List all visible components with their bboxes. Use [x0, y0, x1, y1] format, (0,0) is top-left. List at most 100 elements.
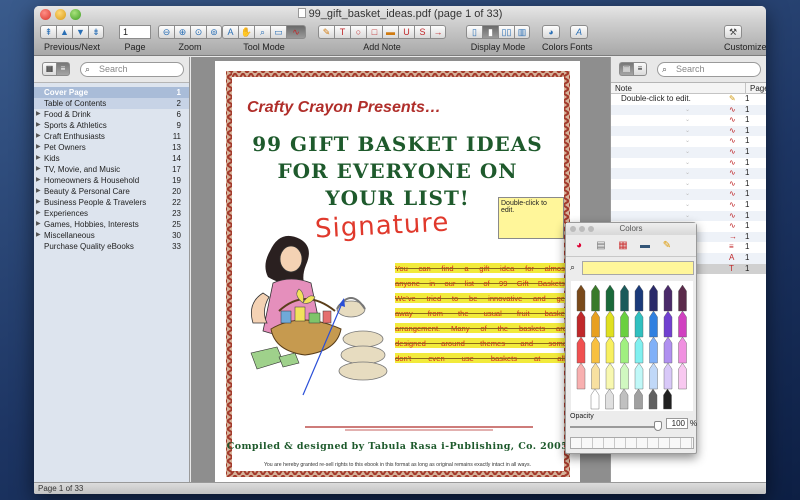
text-note-icon[interactable]: T — [334, 25, 350, 39]
note-row[interactable]: ⌄ ∿ 1 — [611, 115, 766, 126]
crayon-swatch[interactable] — [634, 336, 644, 364]
expand-chevron-icon[interactable]: ⌄ — [685, 168, 690, 178]
crayon-swatch[interactable] — [678, 336, 687, 364]
crayon-swatch[interactable] — [620, 336, 629, 364]
crayon-swatch[interactable] — [678, 284, 687, 312]
image-palettes-mode-icon[interactable]: ▬ — [637, 239, 653, 253]
crayon-swatch[interactable] — [620, 284, 629, 312]
note-row[interactable]: ⌄ ∿ 1 — [611, 158, 766, 169]
color-search-icon[interactable]: ⌕ — [570, 262, 575, 273]
note-column-header[interactable]: Note — [615, 83, 632, 94]
select-tool-icon[interactable]: ▭ — [270, 25, 286, 39]
note-row[interactable]: ⌄ ∿ 1 — [611, 125, 766, 137]
crayon-swatch[interactable] — [649, 310, 658, 338]
expand-chevron-icon[interactable]: ⌄ — [685, 126, 690, 136]
crayon-swatch[interactable] — [663, 388, 672, 410]
outline-item[interactable]: ▶ Beauty & Personal Care 20 — [34, 186, 189, 197]
outline-item[interactable]: ▶ Miscellaneous 30 — [34, 230, 189, 241]
note-row[interactable]: ⌄ ∿ 1 — [611, 146, 766, 158]
color-palettes-mode-icon[interactable]: ▦ — [615, 239, 631, 253]
note-row[interactable]: ⌄ ∿ 1 — [611, 179, 766, 190]
crayon-swatch[interactable] — [605, 336, 615, 364]
expand-chevron-icon[interactable]: ⌄ — [685, 136, 690, 146]
page-column-header[interactable]: Page — [745, 83, 766, 94]
note-row[interactable]: ⌄ ∿ 1 — [611, 200, 766, 211]
expand-chevron-icon[interactable]: ⌄ — [685, 105, 690, 115]
outline-item[interactable]: ▶ Homeowners & Household 19 — [34, 175, 189, 186]
note-row[interactable]: ⌄ ∿ 1 — [611, 189, 766, 200]
crayon-swatch[interactable] — [605, 362, 615, 390]
outline-item[interactable]: ▶ Sports & Athletics 9 — [34, 120, 189, 131]
box-note-icon[interactable]: □ — [366, 25, 382, 39]
disclosure-triangle-icon[interactable]: ▶ — [36, 219, 41, 230]
colors-close-button[interactable] — [570, 226, 576, 232]
next-page-icon[interactable]: ▼ — [72, 25, 88, 39]
zoom-out-icon[interactable]: ⊖ — [158, 25, 174, 39]
note-row[interactable]: ⌄ ∿ 1 — [611, 168, 766, 179]
saved-swatches-strip[interactable] — [570, 437, 694, 449]
sticky-note[interactable]: Double-click to edit. — [498, 197, 564, 239]
opacity-value-field[interactable]: 100 — [666, 418, 688, 429]
crayon-swatch[interactable] — [576, 336, 586, 364]
crayon-swatch[interactable] — [634, 310, 644, 338]
crayon-swatch[interactable] — [634, 362, 644, 390]
crayon-swatch[interactable] — [619, 388, 629, 410]
outline-item[interactable]: ▶ Food & Drink 6 — [34, 109, 189, 120]
annotate-tool-icon[interactable]: ∿ — [286, 25, 306, 39]
crayon-swatch[interactable] — [663, 284, 673, 312]
expand-chevron-icon[interactable]: ⌄ — [685, 158, 690, 168]
last-page-icon[interactable]: ⇟ — [88, 25, 104, 39]
note-icon[interactable]: ✎ — [318, 25, 334, 39]
crayon-swatch[interactable] — [648, 388, 658, 410]
zoom-actual-icon[interactable]: ⊚ — [206, 25, 222, 39]
outline-item[interactable]: ▶ Games, Hobbies, Interests 25 — [34, 219, 189, 230]
crayon-swatch[interactable] — [591, 362, 600, 390]
outline-search-input[interactable]: ⌕ Search — [80, 62, 184, 77]
thumbnails-view-icon[interactable]: ▦ — [42, 62, 56, 76]
outline-item[interactable]: Table of Contents 2 — [34, 98, 189, 109]
crayon-swatch[interactable] — [591, 336, 600, 364]
crayons-mode-icon[interactable]: ✎ — [659, 239, 675, 253]
zoom-fit-icon[interactable]: ⊙ — [190, 25, 206, 39]
opacity-slider-knob[interactable] — [654, 421, 662, 431]
underline-note-icon[interactable]: U — [398, 25, 414, 39]
expand-chevron-icon[interactable]: ⌄ — [685, 147, 690, 157]
selected-color-swatch[interactable] — [582, 261, 694, 275]
note-row[interactable]: ⌄ ∿ 1 — [611, 210, 766, 222]
crayon-swatch[interactable] — [576, 284, 586, 312]
first-page-icon[interactable]: ⇞ — [40, 25, 56, 39]
disclosure-triangle-icon[interactable]: ▶ — [36, 120, 41, 131]
highlight-note-icon[interactable]: ▬ — [382, 25, 398, 39]
note-row[interactable]: ⌄ ∿ 1 — [611, 136, 766, 147]
crayon-swatch[interactable] — [576, 310, 586, 338]
two-pages-icon[interactable]: ▯▯ — [498, 25, 514, 39]
crayon-swatch[interactable] — [590, 388, 600, 410]
crayon-swatch[interactable] — [576, 362, 586, 390]
expand-chevron-icon[interactable]: ⌄ — [685, 115, 690, 125]
previous-page-icon[interactable]: ▲ — [56, 25, 72, 39]
colors-zoom-button[interactable] — [588, 226, 594, 232]
disclosure-triangle-icon[interactable]: ▶ — [36, 109, 41, 120]
color-wheel-icon[interactable]: ◕ — [542, 25, 560, 39]
crayon-swatch[interactable] — [634, 388, 643, 410]
crayon-swatch[interactable] — [605, 388, 614, 410]
colors-minimize-button[interactable] — [579, 226, 585, 232]
color-wheel-mode-icon[interactable]: ◕ — [571, 239, 587, 253]
crayon-swatch[interactable] — [649, 362, 658, 390]
two-continuous-icon[interactable]: ▥ — [514, 25, 530, 39]
disclosure-triangle-icon[interactable]: ▶ — [36, 142, 41, 153]
color-sliders-mode-icon[interactable]: ▤ — [593, 239, 609, 253]
text-tool-icon[interactable]: A — [222, 25, 238, 39]
outline-item[interactable]: ▶ Business People & Travelers 22 — [34, 197, 189, 208]
disclosure-triangle-icon[interactable]: ▶ — [36, 175, 41, 186]
outline-item[interactable]: ▶ Kids 14 — [34, 153, 189, 164]
note-row[interactable]: ⌄ ∿ 1 — [611, 104, 766, 116]
crayon-swatch[interactable] — [649, 284, 658, 312]
crayon-swatch[interactable] — [605, 284, 615, 312]
crayon-swatch[interactable] — [620, 310, 629, 338]
crayon-swatch[interactable] — [678, 310, 687, 338]
note-row[interactable]: Double-click to edit. ✎ 1 — [611, 94, 766, 105]
disclosure-triangle-icon[interactable]: ▶ — [36, 131, 41, 142]
notes-search-input[interactable]: ⌕ Search — [657, 62, 761, 77]
disclosure-triangle-icon[interactable]: ▶ — [36, 230, 41, 241]
